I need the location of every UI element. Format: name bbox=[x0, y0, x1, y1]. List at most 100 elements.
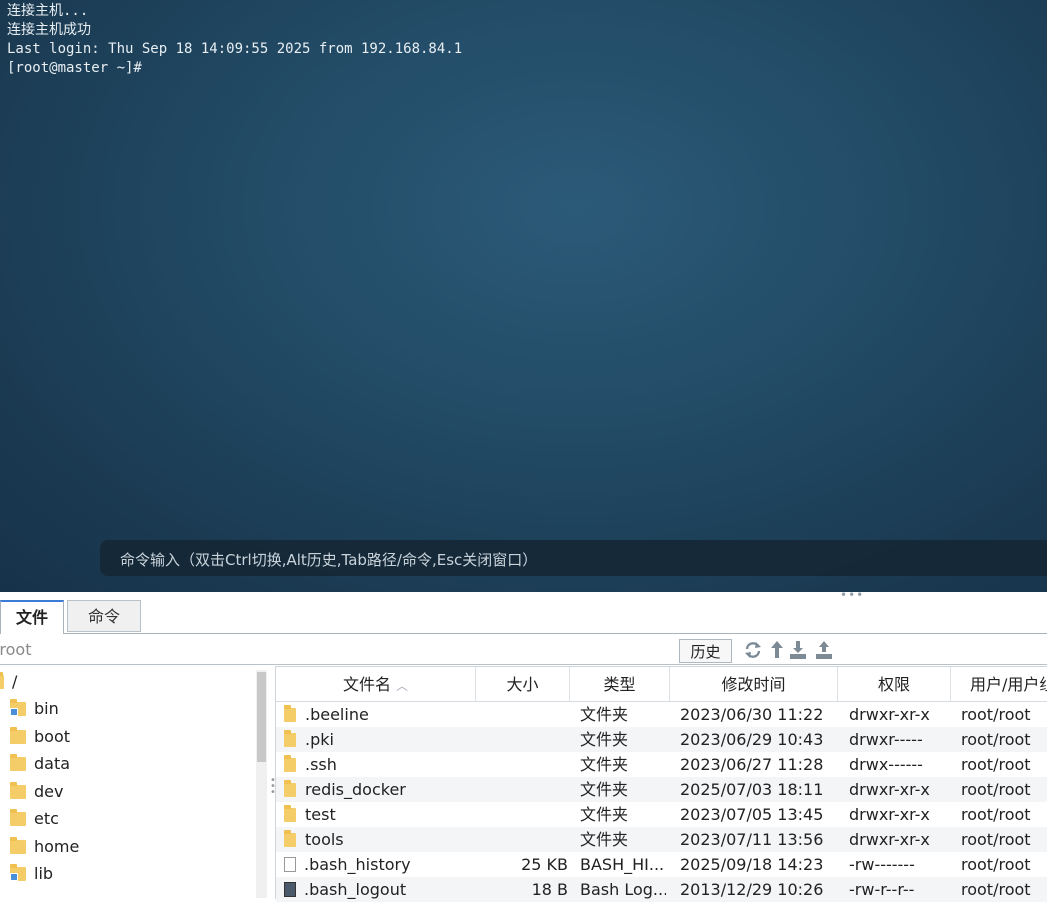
file-mtime: 2023/07/05 13:45 bbox=[680, 805, 824, 824]
file-mtime: 2013/12/29 10:26 bbox=[680, 880, 824, 899]
folder-icon bbox=[284, 804, 296, 822]
file-mtime: 2023/07/11 13:56 bbox=[680, 830, 824, 849]
tree-item-label: data bbox=[34, 754, 71, 773]
file-name: .pki bbox=[305, 730, 334, 749]
folder-icon bbox=[0, 671, 4, 689]
terminal-prompt: [root@master ~]# bbox=[7, 60, 142, 76]
tree-scrollbar[interactable] bbox=[256, 670, 267, 898]
file-permissions: drwxr-xr-x bbox=[849, 830, 930, 849]
tree-item-label: bin bbox=[34, 699, 59, 718]
file-type: 文件夹 bbox=[580, 805, 629, 824]
folder-icon bbox=[10, 753, 26, 771]
file-owner: root/root bbox=[961, 880, 1031, 899]
file-icon bbox=[284, 857, 296, 872]
folder-link-icon bbox=[10, 863, 26, 881]
column-header-mtime[interactable]: 修改时间 bbox=[670, 667, 838, 701]
tab-files[interactable]: 文件 bbox=[0, 600, 64, 634]
file-permissions: drwx------ bbox=[849, 755, 923, 774]
table-row[interactable]: .pki 文件夹 2023/06/29 10:43 drwxr----- root/ro… bbox=[276, 727, 1047, 752]
file-size: 18 B bbox=[531, 880, 568, 899]
file-name: .bash_logout bbox=[304, 880, 407, 899]
scrollbar-thumb[interactable] bbox=[257, 672, 266, 762]
file-mtime: 2023/06/27 11:28 bbox=[680, 755, 824, 774]
tree-item-home[interactable]: home bbox=[10, 835, 79, 859]
tree-item-lib[interactable]: lib bbox=[10, 862, 53, 886]
file-list: 文件名 ︿ 大小 类型 修改时间 权限 用户/用户组 .beeline 文件夹 20… bbox=[275, 666, 1047, 902]
tree-item-root[interactable]: / bbox=[0, 670, 17, 694]
file-mtime: 2023/06/30 11:22 bbox=[680, 705, 824, 724]
file-owner: root/root bbox=[961, 755, 1031, 774]
file-owner: root/root bbox=[961, 780, 1031, 799]
folder-link-icon bbox=[10, 698, 26, 716]
file-owner: root/root bbox=[961, 855, 1031, 874]
up-dir-icon[interactable] bbox=[767, 639, 787, 661]
directory-tree: / bin boot data dev etc home lib bbox=[0, 666, 268, 898]
tree-item-label: boot bbox=[34, 727, 71, 746]
command-input-bar[interactable]: 命令输入（双击Ctrl切换,Alt历史,Tab路径/命令,Esc关闭窗口） bbox=[100, 540, 1047, 576]
table-row[interactable]: redis_docker 文件夹 2025/07/03 18:11 drwxr-xr-… bbox=[276, 777, 1047, 802]
file-owner: root/root bbox=[961, 830, 1031, 849]
file-permissions: drwxr----- bbox=[849, 730, 923, 749]
table-row[interactable]: .bash_logout 18 B Bash Log... 2013/12/29 10… bbox=[276, 877, 1047, 902]
history-button[interactable]: 历史 bbox=[679, 639, 732, 663]
table-row[interactable]: .beeline 文件夹 2023/06/30 11:22 drwxr-xr-x roo… bbox=[276, 702, 1047, 727]
column-header-type[interactable]: 类型 bbox=[570, 667, 670, 701]
terminal-line: 连接主机... bbox=[7, 3, 89, 19]
column-header-size[interactable]: 大小 bbox=[476, 667, 570, 701]
tree-item-dev[interactable]: dev bbox=[10, 780, 63, 804]
file-type: Bash Log... bbox=[580, 880, 666, 899]
file-mtime: 2025/09/18 14:23 bbox=[680, 855, 824, 874]
tab-commands[interactable]: 命令 bbox=[67, 600, 141, 632]
tree-item-label: home bbox=[34, 837, 80, 856]
upload-icon[interactable] bbox=[814, 639, 834, 661]
tree-item-label: lib bbox=[34, 864, 54, 883]
file-permissions: drwxr-xr-x bbox=[849, 705, 930, 724]
folder-icon bbox=[284, 829, 296, 847]
column-header-permissions[interactable]: 权限 bbox=[838, 667, 951, 701]
table-row[interactable]: tools 文件夹 2023/07/11 13:56 drwxr-xr-x root/r… bbox=[276, 827, 1047, 852]
grip-icon: ••• bbox=[840, 588, 865, 602]
folder-icon bbox=[10, 836, 26, 854]
terminal-line: Last login: Thu Sep 18 14:09:55 2025 fro… bbox=[7, 41, 463, 57]
file-name: test bbox=[305, 805, 336, 824]
tree-item-boot[interactable]: boot bbox=[10, 725, 70, 749]
table-row[interactable]: test 文件夹 2023/07/05 13:45 drwxr-xr-x root/ro… bbox=[276, 802, 1047, 827]
file-permissions: -rw------- bbox=[849, 855, 915, 874]
terminal-pane[interactable]: 连接主机... 连接主机成功 Last login: Thu Sep 18 14… bbox=[0, 0, 1047, 592]
file-type: 文件夹 bbox=[580, 755, 629, 774]
file-mtime: 2025/07/03 18:11 bbox=[680, 780, 824, 799]
file-type: 文件夹 bbox=[580, 705, 629, 724]
file-permissions: drwxr-xr-x bbox=[849, 805, 930, 824]
tree-item-label: dev bbox=[34, 782, 64, 801]
file-owner: root/root bbox=[961, 730, 1031, 749]
table-row[interactable]: .bash_history 25 KB BASH_HI... 2025/09/18 1… bbox=[276, 852, 1047, 877]
command-input-hint: 命令输入（双击Ctrl切换,Alt历史,Tab路径/命令,Esc关闭窗口） bbox=[120, 551, 538, 569]
column-header-owner[interactable]: 用户/用户组 bbox=[951, 667, 1047, 701]
file-owner: root/root bbox=[961, 705, 1031, 724]
folder-icon bbox=[284, 729, 296, 747]
horizontal-splitter[interactable]: ••• bbox=[0, 588, 1047, 602]
grip-icon: ••• bbox=[270, 775, 276, 798]
column-header-name[interactable]: 文件名 ︿ bbox=[276, 667, 476, 701]
file-type: 文件夹 bbox=[580, 830, 629, 849]
tree-item-data[interactable]: data bbox=[10, 752, 70, 776]
terminal-line: 连接主机成功 bbox=[7, 22, 91, 38]
file-list-header: 文件名 ︿ 大小 类型 修改时间 权限 用户/用户组 bbox=[276, 667, 1047, 702]
path-input[interactable]: /root bbox=[0, 640, 31, 659]
file-owner: root/root bbox=[961, 805, 1031, 824]
file-name: .bash_history bbox=[304, 855, 411, 874]
tree-item-etc[interactable]: etc bbox=[10, 807, 59, 831]
file-mtime: 2023/06/29 10:43 bbox=[680, 730, 824, 749]
tab-bar: 文件 命令 bbox=[0, 600, 1047, 634]
folder-icon bbox=[10, 808, 26, 826]
download-icon[interactable] bbox=[788, 639, 808, 661]
table-row[interactable]: .ssh 文件夹 2023/06/27 11:28 drwx------ root/ro… bbox=[276, 752, 1047, 777]
refresh-icon[interactable] bbox=[743, 639, 763, 661]
file-size: 25 KB bbox=[521, 855, 568, 874]
file-name: redis_docker bbox=[305, 780, 406, 799]
folder-icon bbox=[284, 779, 296, 797]
folder-icon bbox=[10, 781, 26, 799]
folder-icon bbox=[284, 754, 296, 772]
column-label: 文件名 bbox=[342, 675, 391, 694]
tree-item-bin[interactable]: bin bbox=[10, 697, 59, 721]
